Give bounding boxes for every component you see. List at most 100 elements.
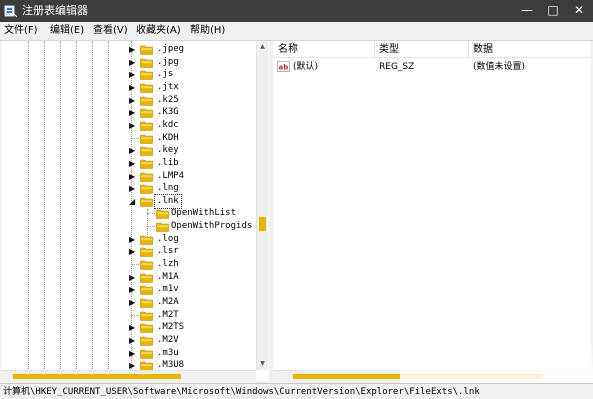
tree-item-label: OpenWithProgids: [171, 221, 253, 232]
folder-icon: [140, 45, 153, 55]
scroll-up-arrow-icon[interactable]: ▲: [257, 41, 268, 52]
column-header-type[interactable]: 类型: [379, 43, 399, 56]
values-list-pane[interactable]: 名称 类型 数据 ab (默认) REG_SZ (数值未设置): [273, 41, 591, 381]
status-key-path: 计算机\HKEY_CURRENT_USER\Software\Microsoft…: [3, 387, 480, 397]
tree-key-item[interactable]: ▶ .K3G: [1, 106, 261, 119]
menu-file[interactable]: 文件(F): [4, 24, 38, 38]
registry-app-icon: [4, 5, 18, 18]
folder-icon: [140, 58, 153, 68]
tree-key-item[interactable]: ▶ .jpeg: [1, 43, 261, 56]
folder-icon: [140, 134, 153, 144]
tree-connector: [131, 137, 139, 139]
collapsed-arrow-icon[interactable]: ▶: [129, 246, 135, 257]
tree-key-item[interactable]: ▶ .M2V: [1, 334, 261, 347]
folder-icon: [140, 311, 153, 321]
collapsed-arrow-icon[interactable]: ▶: [129, 272, 135, 283]
collapsed-arrow-icon[interactable]: ▶: [129, 335, 135, 346]
collapsed-arrow-icon[interactable]: ▶: [129, 158, 135, 169]
tree-vertical-scroll-thumb[interactable]: [259, 217, 266, 231]
tree-key-item[interactable]: .KDH: [1, 132, 261, 145]
tree-key-item[interactable]: ▶ .k25: [1, 94, 261, 107]
tree-key-item[interactable]: ▶ .lng: [1, 182, 261, 195]
folder-icon: [140, 273, 153, 283]
collapsed-arrow-icon[interactable]: ▶: [129, 120, 135, 131]
tree-connector: [131, 264, 139, 266]
tree-key-item[interactable]: ▶ .M2TS: [1, 321, 261, 334]
column-divider[interactable]: [468, 41, 469, 57]
collapsed-arrow-icon[interactable]: ▶: [129, 322, 135, 333]
tree-key-item[interactable]: .lzh: [1, 258, 261, 271]
tree-item-label: .jpg: [157, 56, 179, 67]
menu-view[interactable]: 查看(V): [93, 24, 128, 38]
tree-key-item[interactable]: ▶ .key: [1, 144, 261, 157]
tree-key-item[interactable]: ▶ .M2A: [1, 296, 261, 309]
collapsed-arrow-icon[interactable]: ▶: [129, 145, 135, 156]
maximize-button[interactable]: □: [540, 0, 566, 20]
collapsed-arrow-icon[interactable]: ▶: [129, 171, 135, 182]
menu-bar: 文件(F) 编辑(E) 查看(V) 收藏夹(A) 帮助(H): [0, 22, 593, 41]
column-divider[interactable]: [374, 41, 375, 57]
collapsed-arrow-icon[interactable]: ▶: [129, 183, 135, 194]
status-bar: 计算机\HKEY_CURRENT_USER\Software\Microsoft…: [0, 383, 593, 399]
collapsed-arrow-icon[interactable]: ▶: [129, 348, 135, 359]
close-button[interactable]: ✕: [566, 0, 592, 20]
tree-item-label: .lnk: [154, 193, 182, 209]
folder-icon: [156, 222, 169, 232]
folder-icon: [140, 298, 153, 308]
window-title: 注册表编辑器: [22, 4, 88, 17]
tree-key-item[interactable]: ▶ .lib: [1, 157, 261, 170]
title-bar[interactable]: 注册表编辑器 — □ ✕: [0, 0, 593, 22]
tree-key-item[interactable]: ▶ .m1v: [1, 283, 261, 296]
tree-key-item[interactable]: ◢ .lnk: [1, 193, 261, 209]
column-header-data[interactable]: 数据: [473, 43, 493, 56]
tree-item-label: .K3G: [157, 107, 179, 118]
menu-edit[interactable]: 编辑(E): [50, 24, 84, 38]
collapsed-arrow-icon[interactable]: ▶: [129, 57, 135, 68]
tree-subkey-item[interactable]: OpenWithList: [1, 207, 261, 220]
minimize-button[interactable]: —: [514, 0, 540, 20]
tree-key-item[interactable]: ▶ .jpg: [1, 56, 261, 69]
tree-item-label: .lsr: [157, 246, 179, 257]
tree-key-item[interactable]: ▶ .lsr: [1, 245, 261, 258]
collapsed-arrow-icon[interactable]: ▶: [129, 297, 135, 308]
tree-vertical-scrollbar[interactable]: ▲ ▼: [256, 41, 268, 370]
folder-icon: [140, 108, 153, 119]
value-row[interactable]: ab (默认) REG_SZ (数值未设置): [273, 60, 591, 74]
collapsed-arrow-icon[interactable]: ▶: [129, 69, 135, 80]
tree-key-item[interactable]: ▶ .js: [1, 68, 261, 81]
value-type-cell: REG_SZ: [379, 62, 415, 72]
tree-subkey-item[interactable]: OpenWithProgids: [1, 220, 261, 233]
key-tree-pane[interactable]: ▶ .jpeg ▶ .jpg ▶ .js ▶ .jtx ▶ .k25 ▶ .K3G ▶ .kdc .KDH ▶…: [1, 41, 270, 381]
column-header-name[interactable]: 名称: [278, 43, 298, 56]
tree-horizontal-scroll-thumb[interactable]: [13, 374, 181, 379]
expanded-arrow-icon[interactable]: ◢: [129, 196, 135, 207]
tree-item-label: .M2V: [157, 334, 179, 345]
collapsed-arrow-icon[interactable]: ▶: [129, 82, 135, 93]
collapsed-arrow-icon[interactable]: ▶: [129, 284, 135, 295]
tree-item-label: .lng: [157, 183, 179, 194]
folder-icon: [140, 286, 153, 296]
tree-item-label: .kdc: [157, 119, 179, 130]
collapsed-arrow-icon[interactable]: ▶: [129, 107, 135, 118]
tree-key-item[interactable]: .M2T: [1, 309, 261, 322]
svg-text:ab: ab: [279, 64, 289, 72]
collapsed-arrow-icon[interactable]: ▶: [129, 44, 135, 55]
scroll-down-arrow-icon[interactable]: ▼: [257, 358, 268, 369]
tree-key-item[interactable]: ▶ .jtx: [1, 81, 261, 94]
tree-item-label: .lib: [157, 157, 179, 168]
tree-key-item[interactable]: ▶ .log: [1, 233, 261, 246]
tree-key-item[interactable]: ▶ .LMP4: [1, 170, 261, 183]
folder-icon: [140, 121, 153, 131]
tree-item-label: .M1A: [157, 271, 179, 282]
tree-key-item[interactable]: ▶ .M1A: [1, 271, 261, 284]
collapsed-arrow-icon[interactable]: ▶: [129, 234, 135, 245]
tree-horizontal-scrollbar[interactable]: [1, 370, 256, 381]
tree-item-label: .key: [157, 145, 179, 156]
tree-key-item[interactable]: ▶ .m3u: [1, 347, 261, 360]
menu-favorites[interactable]: 收藏夹(A): [136, 24, 181, 38]
tree-key-item[interactable]: ▶ .kdc: [1, 119, 261, 132]
collapsed-arrow-icon[interactable]: ▶: [129, 95, 135, 106]
folder-icon: [140, 184, 153, 194]
tree-item-label: .js: [157, 69, 174, 80]
menu-help[interactable]: 帮助(H): [190, 24, 225, 38]
